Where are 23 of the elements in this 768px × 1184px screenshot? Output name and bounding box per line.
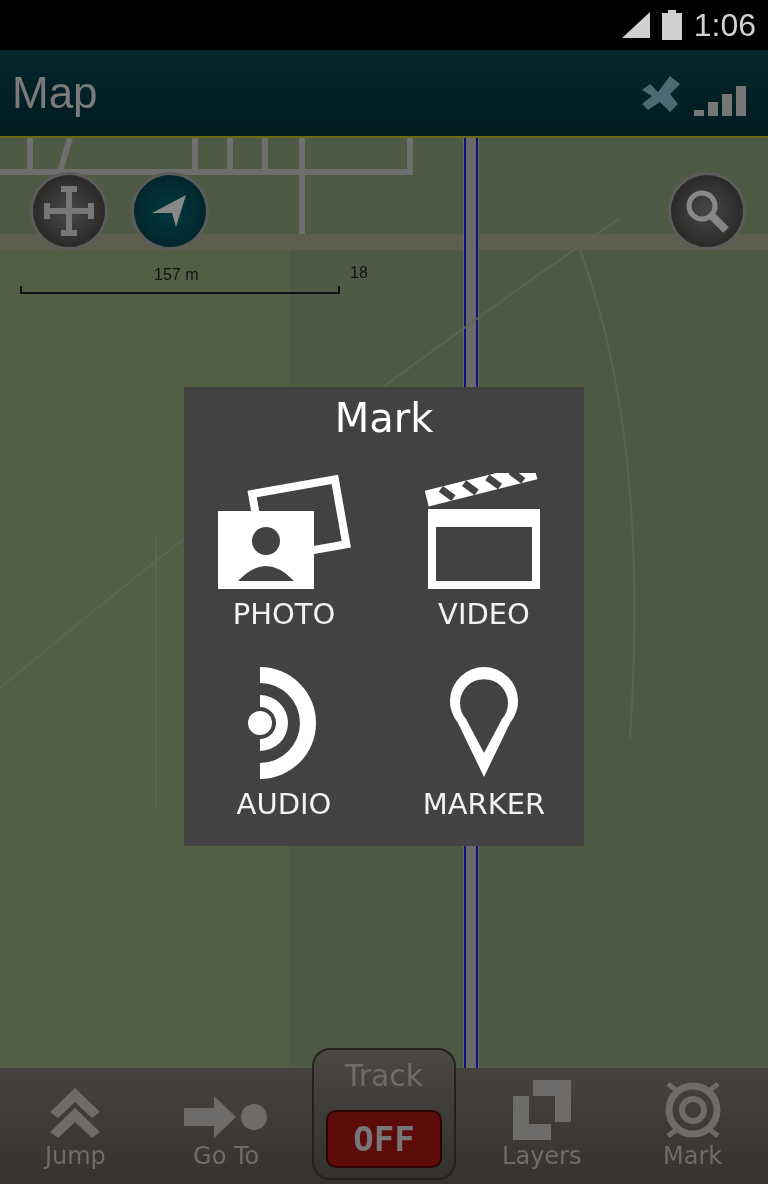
mark-option[interactable]: AUDIO bbox=[184, 641, 384, 831]
signal-icon bbox=[621, 12, 650, 38]
app-title: Map bbox=[12, 68, 98, 118]
nav-button[interactable]: Mark bbox=[627, 1068, 758, 1184]
photos-icon bbox=[216, 473, 352, 591]
clock-time: 1:06 bbox=[693, 6, 756, 44]
layers-icon bbox=[512, 1080, 571, 1140]
search-icon bbox=[684, 188, 730, 234]
track-switch[interactable]: OFF bbox=[326, 1110, 442, 1168]
nav-button[interactable]: Layers bbox=[476, 1068, 607, 1184]
battery-icon bbox=[661, 10, 682, 40]
mark-option[interactable]: MARKER bbox=[384, 641, 584, 831]
mark-option[interactable]: VIDEO bbox=[384, 451, 584, 641]
nav-button[interactable]: Go To bbox=[161, 1068, 292, 1184]
signal-bars-icon bbox=[694, 86, 746, 116]
nav-button[interactable]: Jump bbox=[10, 1068, 141, 1184]
target-icon bbox=[663, 1080, 722, 1140]
arrow-to-dot-icon bbox=[184, 1094, 269, 1140]
dialog-title: Mark bbox=[334, 395, 434, 441]
move-icon bbox=[41, 183, 97, 239]
mark-option[interactable]: PHOTO bbox=[184, 451, 384, 641]
zoom-level: 18 bbox=[350, 264, 368, 282]
scale-label: 157 m bbox=[154, 266, 199, 284]
